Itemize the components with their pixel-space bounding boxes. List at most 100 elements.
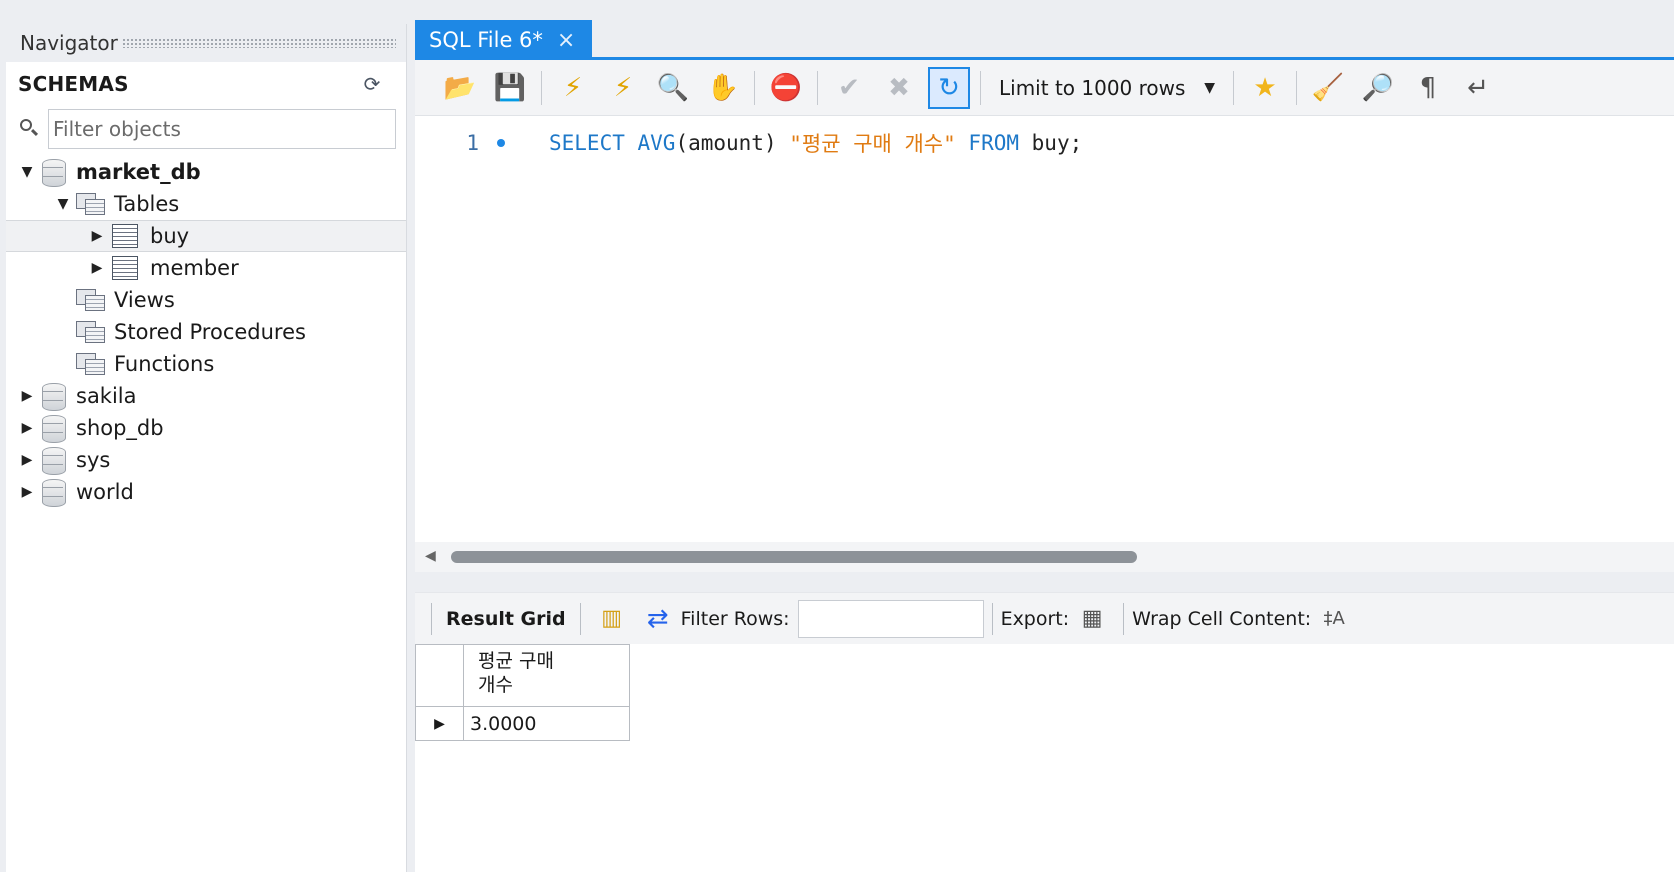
stop-icon[interactable]: ✋ xyxy=(702,67,744,109)
wrap-icon[interactable]: ↵ xyxy=(1457,67,1499,109)
editor-tabbar: SQL File 6* × xyxy=(415,18,1674,60)
collapsed-arrow-icon[interactable]: ▶ xyxy=(18,451,36,469)
sql-editor[interactable]: 1 SELECT AVG (amount) "평균 구매 개수" FROM buy… xyxy=(415,116,1674,542)
table-cell[interactable]: 3.0000 xyxy=(463,706,630,741)
rollback-icon[interactable]: ✖ xyxy=(878,67,920,109)
tree-item-label: Functions xyxy=(114,352,215,376)
close-icon[interactable]: × xyxy=(557,28,575,53)
search-icon xyxy=(18,117,42,141)
navigator-title: Navigator xyxy=(20,31,118,55)
tree-item-label: sys xyxy=(76,448,111,472)
toolbar-divider xyxy=(579,602,581,635)
grid-form-icon[interactable]: ▥ xyxy=(595,602,629,636)
tree-item-label: buy xyxy=(150,224,190,248)
toolbar-divider xyxy=(817,70,818,105)
database-icon xyxy=(42,159,66,187)
beautify-icon[interactable]: 🧹 xyxy=(1307,67,1349,109)
tree-item-tables[interactable]: ▼ Tables xyxy=(6,188,406,220)
filter-objects-input[interactable] xyxy=(48,109,396,149)
mysql-workbench-window: Navigator SCHEMAS ⟳ ▼ market_db ▼ Tables… xyxy=(0,0,1674,872)
limit-rows-value: Limit to 1000 rows xyxy=(999,75,1186,100)
tree-item-label: member xyxy=(150,256,239,280)
toggle-error-icon[interactable]: ⛔ xyxy=(765,67,807,109)
tree-item-functions[interactable]: Functions xyxy=(6,348,406,380)
find-icon[interactable]: 🔎 xyxy=(1357,67,1399,109)
refresh-icon[interactable]: ⟳ xyxy=(360,72,384,96)
database-icon xyxy=(42,479,66,507)
keyword-from: FROM xyxy=(968,131,1019,155)
statement-marker-icon xyxy=(497,139,505,147)
folder-icon xyxy=(76,351,106,377)
table-row[interactable]: ▶ 3.0000 xyxy=(415,706,630,741)
execute-current-icon[interactable]: ⚡ xyxy=(602,67,644,109)
navigator-header: Navigator xyxy=(6,24,406,62)
filter-rows-input[interactable] xyxy=(797,599,984,638)
toolbar-divider xyxy=(980,70,981,105)
tree-item-label: Stored Procedures xyxy=(114,320,306,344)
keyword-select: SELECT xyxy=(549,131,625,155)
collapsed-arrow-icon[interactable]: ▶ xyxy=(18,419,36,437)
tree-item-shop-db[interactable]: ▶ shop_db xyxy=(6,412,406,444)
collapsed-arrow-icon[interactable]: ▶ xyxy=(88,227,106,245)
toolbar-divider xyxy=(991,602,993,635)
limit-rows-select[interactable]: Limit to 1000 rows ▼ xyxy=(991,68,1223,107)
invisible-chars-icon[interactable]: ¶ xyxy=(1407,67,1449,109)
expanded-arrow-icon[interactable]: ▼ xyxy=(18,163,36,181)
string-alias: "평균 구매 개수" xyxy=(789,132,956,156)
line-number: 1 xyxy=(466,131,479,155)
result-toolbar: Result Grid ▥ ⇄ Filter Rows: Export: ▦ W… xyxy=(415,592,1674,644)
function-avg: AVG xyxy=(637,131,676,155)
autocommit-icon[interactable]: ↻ xyxy=(928,66,970,109)
tree-item-views[interactable]: Views xyxy=(6,284,406,316)
toolbar-divider xyxy=(1123,602,1125,635)
collapsed-arrow-icon[interactable]: ▶ xyxy=(18,387,36,405)
folder-icon xyxy=(76,287,106,313)
row-pointer-icon: ▶ xyxy=(415,706,464,741)
tree-item-member[interactable]: ▶ member xyxy=(6,252,406,284)
toolbar-divider xyxy=(754,70,755,105)
tree-item-stored-procedures[interactable]: Stored Procedures xyxy=(6,316,406,348)
open-folder-icon[interactable]: 📂 xyxy=(439,67,481,109)
grid-corner xyxy=(415,644,464,707)
tree-item-label: shop_db xyxy=(76,416,164,440)
tree-item-world[interactable]: ▶ world xyxy=(6,476,406,508)
horizontal-scrollbar[interactable]: ◀ xyxy=(415,542,1674,572)
collapsed-arrow-icon[interactable]: ▶ xyxy=(88,259,106,277)
column-header-line: 평균 구매 xyxy=(478,650,554,672)
table-icon xyxy=(112,256,138,280)
expanded-arrow-icon[interactable]: ▼ xyxy=(54,195,72,213)
tree-item-sakila[interactable]: ▶ sakila xyxy=(6,380,406,412)
refresh-icon[interactable]: ⇄ xyxy=(641,602,675,636)
scroll-thumb[interactable] xyxy=(451,551,1137,563)
schemas-header: SCHEMAS ⟳ xyxy=(6,62,406,106)
column-header[interactable]: 평균 구매 개수 xyxy=(463,644,630,707)
filter-row xyxy=(6,106,406,152)
explain-icon[interactable]: 🔍 xyxy=(652,67,694,109)
toolbar-divider xyxy=(431,602,432,635)
export-label: Export: xyxy=(1000,607,1070,630)
save-icon[interactable]: 💾 xyxy=(489,67,531,109)
editor-toolbar: 📂 💾 ⚡ ⚡ 🔍 ✋ ⛔ ✔ ✖ ↻ Limit to 1000 rows ▼… xyxy=(415,60,1674,116)
result-table: 평균 구매 개수 ▶ 3.0000 xyxy=(415,644,630,741)
editor-area: SQL File 6* × 📂 💾 ⚡ ⚡ 🔍 ✋ ⛔ ✔ ✖ ↻ Limit … xyxy=(415,18,1674,872)
result-grid: 평균 구매 개수 ▶ 3.0000 xyxy=(415,644,1674,872)
wrap-cell-icon[interactable]: ‡A xyxy=(1317,602,1351,636)
scroll-left-icon[interactable]: ◀ xyxy=(425,548,436,564)
tree-item-label: world xyxy=(76,480,134,504)
schema-tree: ▼ market_db ▼ Tables ▶ buy ▶ member View… xyxy=(6,152,406,508)
navigator-grip[interactable] xyxy=(121,38,396,48)
wrap-cell-label: Wrap Cell Content: xyxy=(1132,607,1312,630)
toolbar-divider xyxy=(541,70,542,105)
tab-sql-file-6[interactable]: SQL File 6* × xyxy=(415,20,592,60)
tree-item-buy[interactable]: ▶ buy xyxy=(6,220,406,252)
commit-icon[interactable]: ✔ xyxy=(828,67,870,109)
tree-item-sys[interactable]: ▶ sys xyxy=(6,444,406,476)
bookmark-icon[interactable]: ★ xyxy=(1244,67,1286,109)
collapsed-arrow-icon[interactable]: ▶ xyxy=(18,483,36,501)
code-line: 1 SELECT AVG (amount) "평균 구매 개수" FROM buy… xyxy=(415,128,1082,158)
tree-item-label: sakila xyxy=(76,384,137,408)
result-grid-tab[interactable]: Result Grid xyxy=(440,608,572,630)
tree-item-market-db[interactable]: ▼ market_db xyxy=(6,156,406,188)
execute-icon[interactable]: ⚡ xyxy=(552,67,594,109)
export-icon[interactable]: ▦ xyxy=(1075,602,1109,636)
